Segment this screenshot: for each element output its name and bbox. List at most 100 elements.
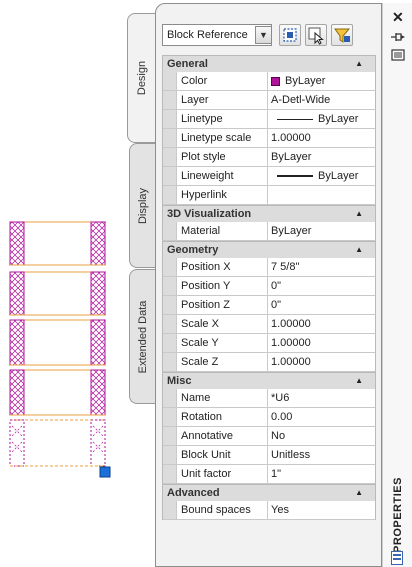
row-gutter — [163, 408, 177, 426]
collapse-up-icon[interactable]: ▲ — [355, 59, 363, 68]
property-value[interactable]: ByLayer — [268, 148, 375, 166]
property-value[interactable] — [268, 186, 375, 204]
row-gutter — [163, 110, 177, 128]
property-value[interactable]: Yes — [268, 501, 375, 519]
property-value-text: 1.00000 — [271, 356, 311, 368]
section-title: Advanced — [167, 487, 220, 499]
properties-menu-icon[interactable] — [391, 49, 405, 61]
property-value-text: ByLayer — [271, 225, 312, 237]
row-gutter — [163, 186, 177, 204]
tab-display-label: Display — [136, 187, 149, 224]
selected-block[interactable] — [9, 419, 106, 467]
collapse-up-icon[interactable]: ▲ — [355, 209, 363, 218]
section-header-general[interactable]: General ▲ — [162, 55, 376, 72]
row-gutter — [163, 277, 177, 295]
property-value[interactable]: ByLayer — [268, 222, 375, 240]
chevron-down-icon[interactable]: ▼ — [255, 26, 272, 44]
property-value-text: 1.00000 — [271, 132, 311, 144]
property-value[interactable]: 1" — [268, 465, 375, 483]
close-icon[interactable]: ✕ — [392, 9, 404, 26]
property-value-text: *U6 — [271, 392, 290, 404]
row-gutter — [163, 296, 177, 314]
property-row-position-y[interactable]: Position Y 0" — [162, 277, 376, 296]
property-row-scale-x[interactable]: Scale X 1.00000 — [162, 315, 376, 334]
property-value[interactable]: ByLayer — [268, 110, 375, 128]
property-value[interactable]: 1.00000 — [268, 353, 375, 371]
property-value[interactable]: No — [268, 427, 375, 445]
property-value[interactable]: Unitless — [268, 446, 375, 464]
row-gutter — [163, 501, 177, 519]
block-row-3 — [9, 319, 106, 366]
property-name: Scale X — [177, 315, 268, 333]
block-row-1 — [9, 221, 106, 266]
property-row-rotation[interactable]: Rotation 0.00 — [162, 408, 376, 427]
property-row-scale-z[interactable]: Scale Z 1.00000 — [162, 353, 376, 372]
properties-panel: Block Reference ▼ General ▲ Color ByLayer La… — [155, 3, 382, 567]
property-value[interactable]: 0.00 — [268, 408, 375, 426]
property-name: Scale Y — [177, 334, 268, 352]
collapse-up-icon[interactable]: ▲ — [355, 245, 363, 254]
property-value-text: 0" — [271, 299, 282, 311]
tab-extended-data[interactable]: Extended Data — [129, 269, 155, 404]
section-header-advanced[interactable]: Advanced ▲ — [162, 484, 376, 501]
property-row-position-z[interactable]: Position Z 0" — [162, 296, 376, 315]
row-gutter — [163, 427, 177, 445]
property-name: Position X — [177, 258, 268, 276]
quick-select-icon[interactable] — [279, 24, 301, 46]
section-header-misc[interactable]: Misc ▲ — [162, 372, 376, 389]
property-value-text: Yes — [271, 504, 289, 516]
property-value[interactable]: 1.00000 — [268, 315, 375, 333]
property-value[interactable]: 0" — [268, 277, 375, 295]
palette-tab-strip: Design Display Extended Data — [125, 3, 155, 567]
property-value[interactable]: ByLayer — [268, 72, 375, 90]
drawing-canvas[interactable] — [0, 0, 130, 567]
property-name: Plot style — [177, 148, 268, 166]
property-value-text: 1" — [271, 468, 282, 480]
tab-design[interactable]: Design — [127, 13, 155, 143]
property-value[interactable]: ByLayer — [268, 167, 375, 185]
property-row-material[interactable]: Material ByLayer — [162, 222, 376, 241]
property-value[interactable]: *U6 — [268, 389, 375, 407]
property-row-color[interactable]: Color ByLayer — [162, 72, 376, 91]
property-value[interactable]: 1.00000 — [268, 334, 375, 352]
property-row-position-x[interactable]: Position X7 5/8" — [162, 258, 376, 277]
property-name: Material — [177, 222, 268, 240]
palette-title-bar: ✕ PROPERTIES — [382, 3, 412, 567]
property-row-layer[interactable]: Layer A-Detl-Wide — [162, 91, 376, 110]
property-row-bound-spaces[interactable]: Bound spaces Yes — [162, 501, 376, 520]
block-row-2 — [9, 271, 106, 316]
property-row-block-unit[interactable]: Block Unit Unitless — [162, 446, 376, 465]
row-gutter — [163, 389, 177, 407]
palette-grip-icon[interactable] — [391, 551, 403, 565]
property-value-text: No — [271, 430, 286, 442]
property-row-linetype[interactable]: Linetype ByLayer — [162, 110, 376, 129]
property-row-linetype-scale[interactable]: Linetype scale 1.00000 — [162, 129, 376, 148]
insertion-grip[interactable] — [99, 466, 111, 478]
property-row-unit-factor[interactable]: Unit factor 1" — [162, 465, 376, 484]
object-type-select[interactable]: Block Reference ▼ — [162, 24, 272, 46]
collapse-up-icon[interactable]: ▲ — [355, 376, 363, 385]
property-row-annotative[interactable]: Annotative No — [162, 427, 376, 446]
property-row-scale-y[interactable]: Scale Y 1.00000 — [162, 334, 376, 353]
property-row-lineweight[interactable]: Lineweight ByLayer — [162, 167, 376, 186]
tab-display[interactable]: Display — [129, 143, 155, 268]
property-grid: General ▲ Color ByLayer Layer A-Detl-Wide Line… — [162, 55, 376, 520]
property-row-plot-style[interactable]: Plot style ByLayer — [162, 148, 376, 167]
toggle-pickadd-icon[interactable] — [331, 24, 353, 46]
collapse-up-icon[interactable]: ▲ — [355, 488, 363, 497]
row-gutter — [163, 258, 177, 276]
property-row-name[interactable]: Name *U6 — [162, 389, 376, 408]
property-name: Layer — [177, 91, 268, 109]
section-title: Geometry — [167, 244, 219, 256]
row-gutter — [163, 465, 177, 483]
property-value[interactable]: 0" — [268, 296, 375, 314]
property-value[interactable]: 7 5/8" — [268, 258, 375, 276]
select-objects-icon[interactable] — [305, 24, 327, 46]
section-header-geometry[interactable]: Geometry ▲ — [162, 241, 376, 258]
auto-hide-icon[interactable] — [390, 30, 406, 44]
property-row-hyperlink[interactable]: Hyperlink — [162, 186, 376, 205]
property-value[interactable]: 1.00000 — [268, 129, 375, 147]
property-name: Bound spaces — [177, 501, 268, 519]
property-value[interactable]: A-Detl-Wide — [268, 91, 375, 109]
section-header-3d-visualization[interactable]: 3D Visualization ▲ — [162, 205, 376, 222]
